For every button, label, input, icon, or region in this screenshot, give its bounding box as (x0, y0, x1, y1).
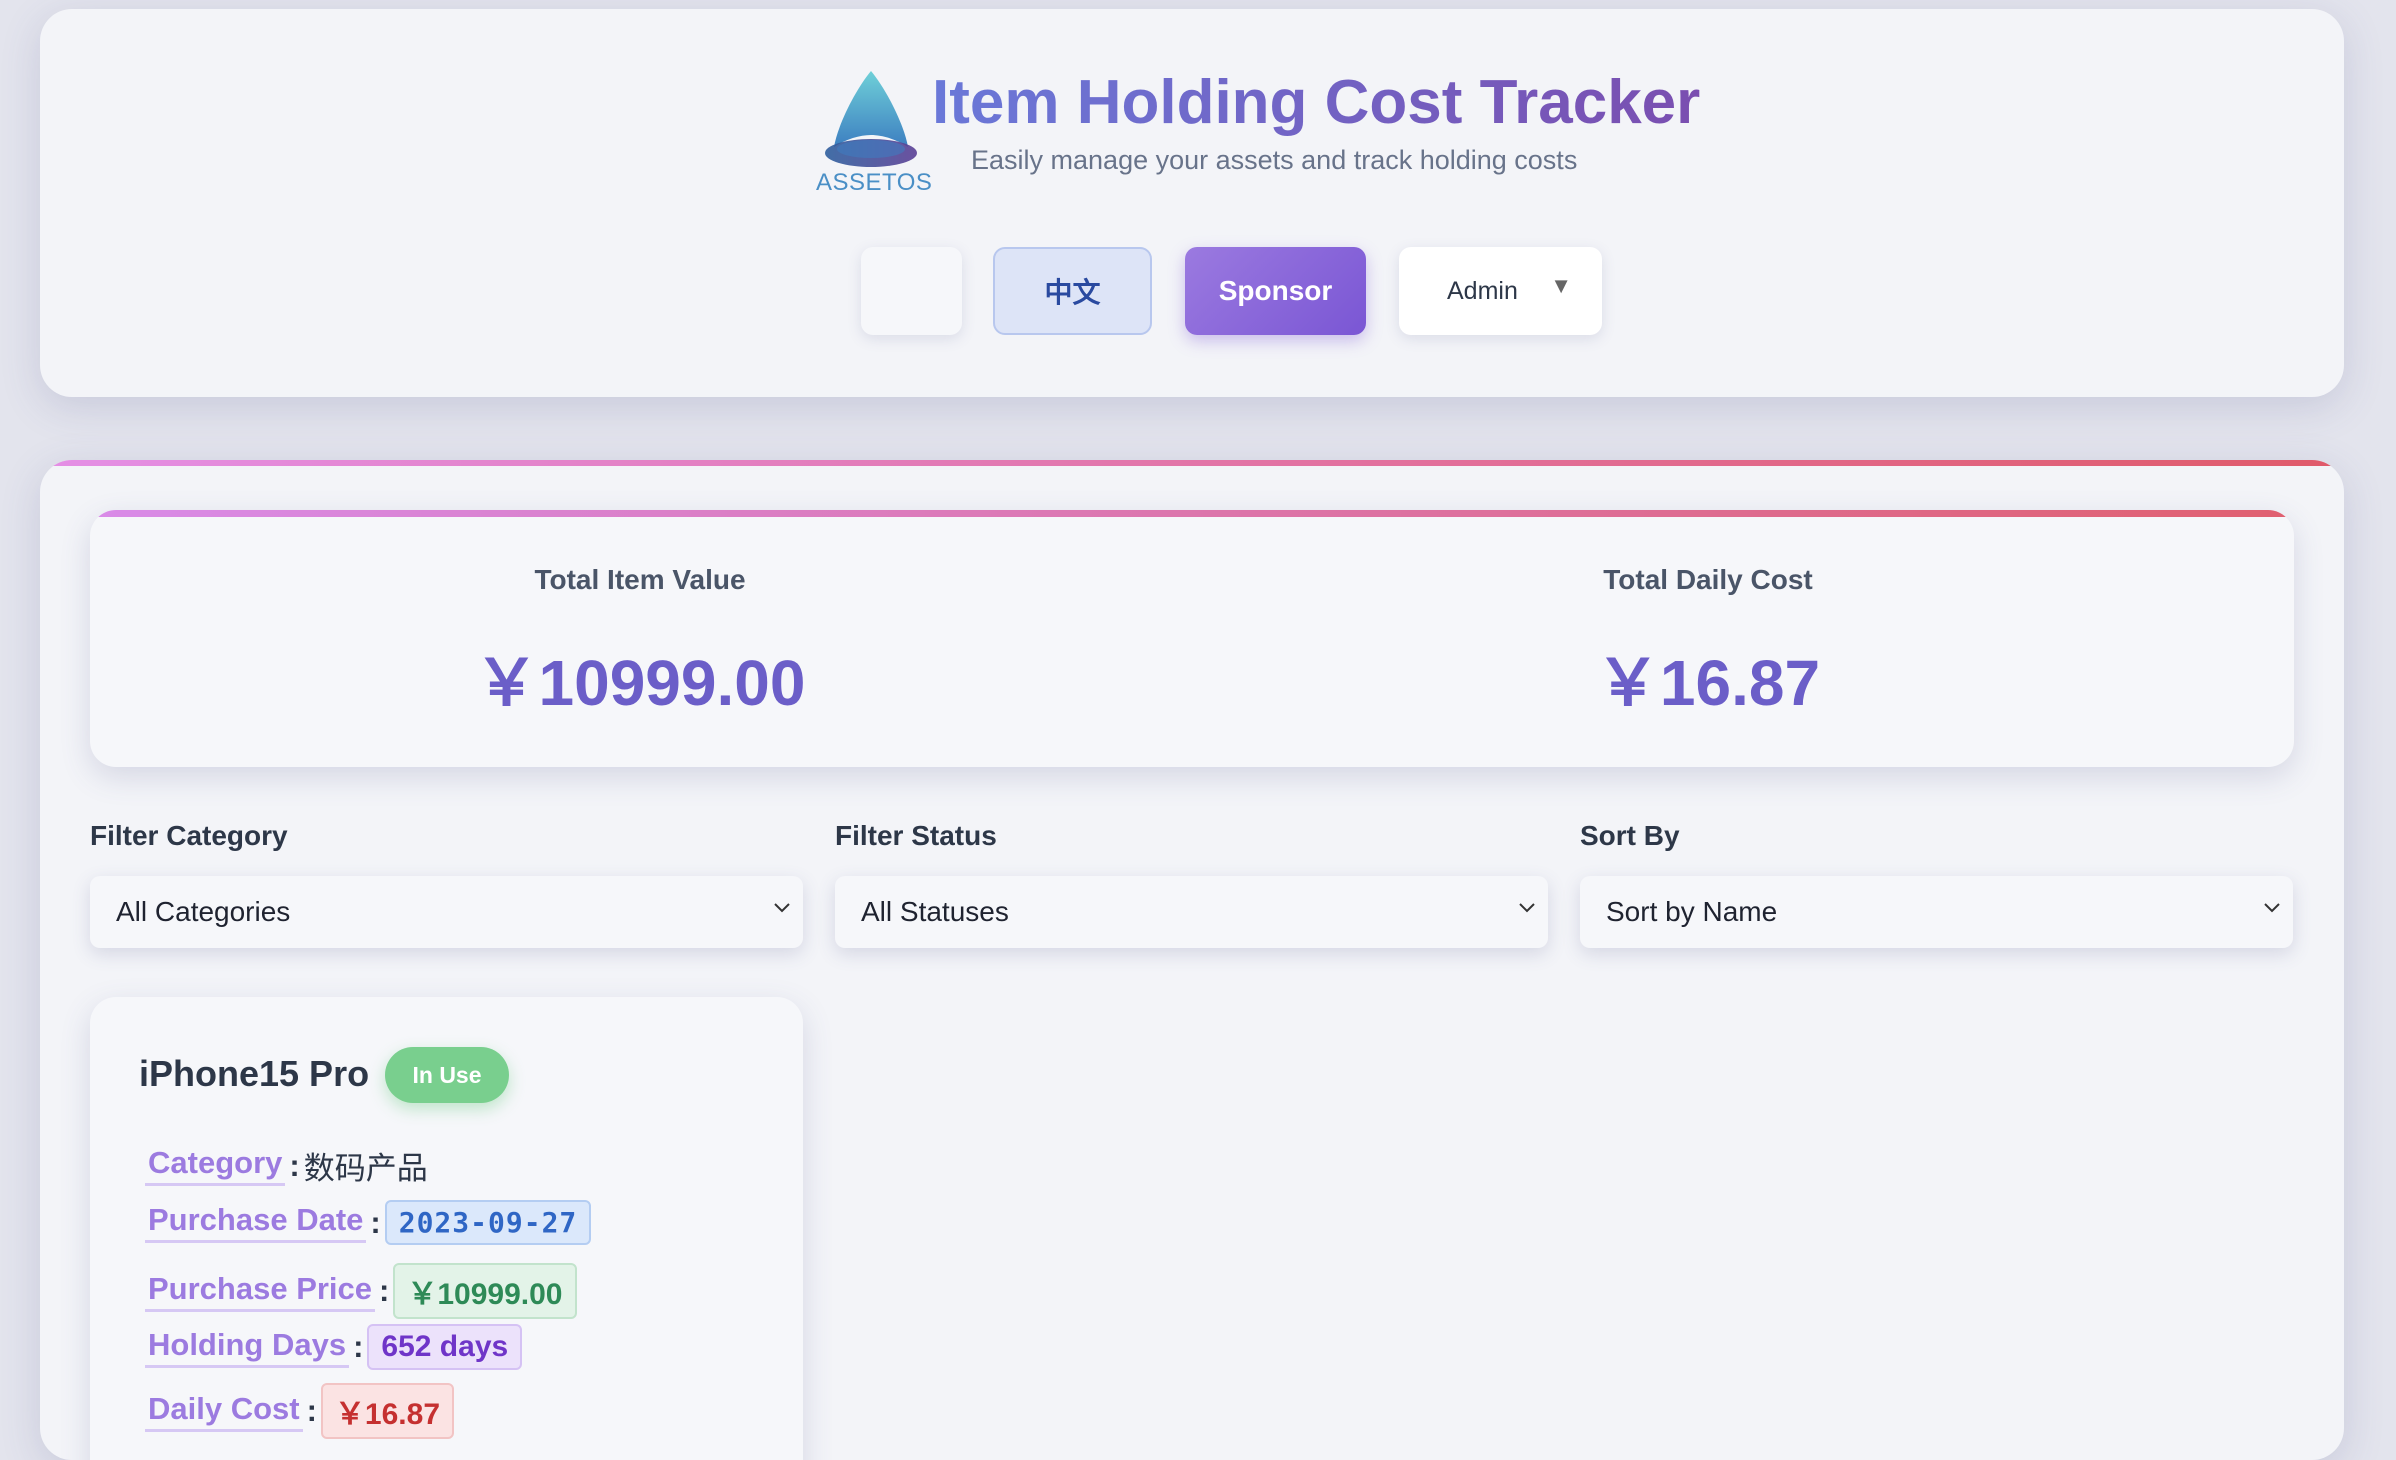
status-filter-label: Filter Status (835, 820, 997, 851)
caret-down-icon: ▼ (1550, 273, 1572, 298)
total-value-stat: Total Item Value ￥10999.00 (90, 564, 1190, 724)
sponsor-button[interactable]: Sponsor (1185, 247, 1366, 335)
total-value-label: Total Item Value (534, 564, 746, 595)
item-category-value: 数码产品 (303, 1151, 428, 1186)
chevron-down-icon (774, 903, 790, 913)
sort-select[interactable]: Sort by Name (1580, 876, 2293, 948)
main-card: Total Item Value ￥10999.00 Total Daily C… (40, 460, 2344, 1460)
total-daily-cost-stat: Total Daily Cost ￥16.87 (1158, 564, 2258, 724)
item-purchase-price-row: Purchase Price : ￥10999.00 (145, 1263, 577, 1319)
item-purchase-price-label: Purchase Price (145, 1271, 376, 1312)
item-daily-cost-label: Daily Cost (145, 1391, 303, 1432)
sort-filter-label: Sort By (1580, 820, 1680, 851)
user-menu-label: Admin (1447, 276, 1518, 305)
category-select[interactable]: All Categories (90, 876, 803, 948)
sort-select-value: Sort by Name (1606, 896, 1778, 927)
total-daily-cost-amount: ￥16.87 (1595, 647, 1821, 719)
status-select[interactable]: All Statuses (835, 876, 1548, 948)
total-daily-cost-label: Total Daily Cost (1603, 564, 1813, 595)
item-holding-days-label: Holding Days (145, 1327, 350, 1368)
status-filter: Filter Status All Statuses (835, 820, 1548, 948)
item-purchase-date-value: 2023-09-27 (384, 1200, 592, 1245)
item-holding-days-value: 652 days (367, 1324, 523, 1370)
item-daily-cost-row: Daily Cost : ￥16.87 (145, 1383, 455, 1439)
item-category-row: Category : 数码产品 (145, 1143, 428, 1188)
item-card[interactable]: iPhone15 Pro In Use Category : 数码产品 Purc… (90, 997, 803, 1460)
chevron-down-icon (1519, 903, 1535, 913)
item-purchase-price-value: ￥10999.00 (393, 1263, 577, 1319)
chevron-down-icon (2264, 903, 2280, 913)
summary-card: Total Item Value ￥10999.00 Total Daily C… (90, 510, 2294, 767)
total-value-amount: ￥10999.00 (474, 647, 806, 719)
language-button[interactable]: 中文 (993, 247, 1152, 335)
category-select-value: All Categories (116, 896, 291, 927)
page-title: Item Holding Cost Tracker (932, 68, 1701, 137)
theme-toggle-button[interactable] (861, 247, 962, 335)
category-filter-label: Filter Category (90, 820, 288, 851)
item-name: iPhone15 Pro (139, 1053, 370, 1094)
item-purchase-date-row: Purchase Date : 2023-09-27 (145, 1200, 592, 1245)
logo-text: ASSETOS (816, 169, 933, 196)
header-card: ASSETOS Item Holding Cost Tracker Easily… (40, 9, 2344, 397)
status-badge: In Use (385, 1047, 509, 1103)
item-daily-cost-value: ￥16.87 (320, 1383, 455, 1439)
item-holding-days-row: Holding Days : 652 days (145, 1324, 523, 1370)
status-select-value: All Statuses (861, 896, 1009, 927)
item-purchase-date-label: Purchase Date (145, 1202, 367, 1243)
sort-filter: Sort By Sort by Name (1580, 820, 2293, 948)
item-category-label: Category (145, 1145, 286, 1186)
category-filter: Filter Category All Categories (90, 820, 803, 948)
brand: ASSETOS Item Holding Cost Tracker Easily… (816, 61, 1716, 201)
user-menu-button[interactable]: Admin ▼ (1399, 247, 1602, 335)
page-subtitle: Easily manage your assets and track hold… (971, 145, 1578, 175)
